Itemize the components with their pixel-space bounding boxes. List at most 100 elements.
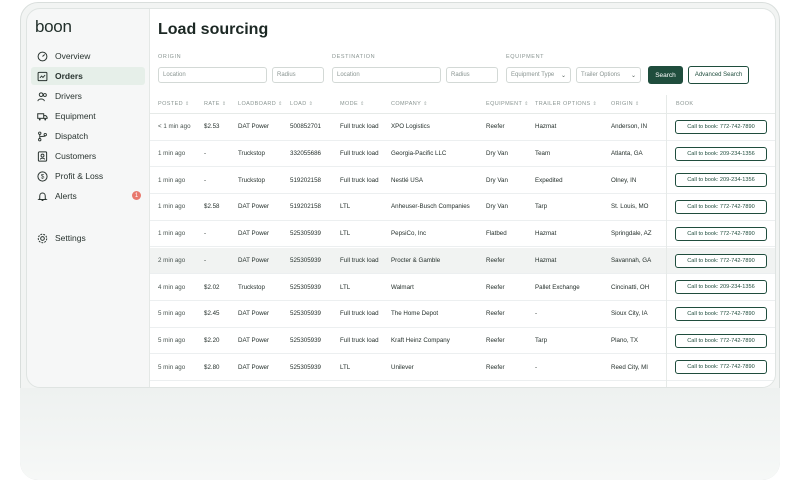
column-header-posted[interactable]: Posted ⇕ <box>158 101 190 107</box>
sidebar-nav: Overview Orders Drivers Equipment Dispatch Cu… <box>31 47 145 207</box>
origin-label: Origin <box>158 54 182 60</box>
sidebar-item-overview[interactable]: Overview <box>31 47 145 65</box>
overview-icon <box>37 51 48 62</box>
cell-origin: Plano, TX <box>611 336 639 344</box>
cell-loadboard: Truckstop <box>238 283 265 291</box>
drivers-icon <box>37 91 48 102</box>
cell-company: The Home Depot <box>391 310 439 318</box>
column-header-mode[interactable]: Mode ⇕ <box>340 101 365 107</box>
cell-mode: Full truck load <box>340 176 379 184</box>
call-to-book-button[interactable]: Call to book: 772-742-7890 <box>675 120 767 134</box>
destination-radius-input[interactable]: Radius <box>446 67 498 83</box>
cell-trailer: Hazmat <box>535 230 557 238</box>
cell-rate: - <box>204 150 207 158</box>
sidebar-item-label: Equipment <box>55 111 96 121</box>
svg-text:$: $ <box>41 173 45 180</box>
cell-trailer: - <box>535 310 538 318</box>
cell-equipment: Reefer <box>486 283 505 291</box>
cell-rate: $2.20 <box>204 336 220 344</box>
call-to-book-button[interactable]: Call to book: 209-234-1356 <box>675 146 767 161</box>
sidebar-item-label: Settings <box>55 233 86 243</box>
sidebar-item-equipment[interactable]: Equipment <box>31 107 145 125</box>
search-button[interactable]: Search <box>648 66 683 84</box>
cell-company: Georgia-Pacific LLC <box>391 150 447 158</box>
cell-rate: $2.80 <box>204 363 220 371</box>
cell-mode: LTL <box>340 363 351 371</box>
column-header-origin[interactable]: Origin ⇕ <box>611 101 640 107</box>
call-to-book-button[interactable]: Call to book: 209-234-1356 <box>675 173 767 188</box>
cell-rate: - <box>204 230 207 238</box>
sidebar-item-customers[interactable]: Customers <box>31 147 145 165</box>
cell-load: 525305939 <box>290 283 321 291</box>
sidebar-item-label: Orders <box>55 71 83 81</box>
cell-equipment: Dry Van <box>486 203 508 211</box>
orders-icon <box>37 71 48 82</box>
bell-icon <box>37 191 48 202</box>
cell-trailer: Team <box>535 150 551 158</box>
call-to-book-button[interactable]: Call to book: 772-742-7890 <box>675 360 767 375</box>
gear-icon <box>37 233 48 244</box>
cell-company: PepsiCo, Inc <box>391 230 427 238</box>
cell-equipment: Flatbed <box>486 230 507 238</box>
call-to-book-button[interactable]: Call to book: 209-234-1356 <box>675 280 767 295</box>
cell-mode: Full truck load <box>340 336 379 344</box>
sidebar-item-drivers[interactable]: Drivers <box>31 87 145 105</box>
call-to-book-button[interactable]: Call to book: 772-742-7890 <box>675 306 767 321</box>
sidebar-item-label: Alerts <box>55 191 77 201</box>
cell-load: 519202158 <box>290 203 321 211</box>
cell-loadboard: DAT Power <box>238 123 270 131</box>
trailer-options-select[interactable]: Trailer Options ⌄ <box>576 67 641 83</box>
column-header-loadboard[interactable]: Loadboard ⇕ <box>238 101 283 107</box>
cell-load: 525305939 <box>290 230 321 238</box>
cell-trailer: Pallet Exchange <box>535 283 580 291</box>
column-header-equipment[interactable]: Equipment ⇕ <box>486 101 529 107</box>
equipment-type-select[interactable]: Equipment Type ⌄ <box>506 67 571 83</box>
origin-location-input[interactable]: Location <box>158 67 267 83</box>
origin-radius-input[interactable]: Radius <box>272 67 324 83</box>
cell-equipment: Reefer <box>486 123 505 131</box>
call-to-book-button[interactable]: Call to book: 772-742-7890 <box>675 200 767 215</box>
cell-posted: 4 min ago <box>158 283 186 291</box>
cell-equipment: Dry Van <box>486 150 508 158</box>
cell-origin: Springdale, AZ <box>611 230 652 238</box>
cell-rate: $2.45 <box>204 310 220 318</box>
cell-equipment: Reefer <box>486 336 505 344</box>
sidebar-item-alerts[interactable]: Alerts 1 <box>31 187 145 205</box>
sidebar-item-dispatch[interactable]: Dispatch <box>31 127 145 145</box>
call-to-book-button[interactable]: Call to book: 772-742-7890 <box>675 226 767 241</box>
cell-loadboard: DAT Power <box>238 310 270 318</box>
cell-load: 500852701 <box>290 123 321 131</box>
sidebar: boon Overview Orders Drivers Equipment Dispa… <box>27 9 149 387</box>
column-header-load[interactable]: Load ⇕ <box>290 101 313 107</box>
column-header-trailer-options[interactable]: Trailer Options ⇕ <box>535 101 597 107</box>
cell-load: 332055686 <box>290 150 321 158</box>
sidebar-item-orders[interactable]: Orders <box>31 67 145 85</box>
column-header-company[interactable]: Company ⇕ <box>391 101 428 107</box>
cell-origin: Olney, IN <box>611 176 637 184</box>
sidebar-item-settings[interactable]: Settings <box>31 229 145 247</box>
cell-equipment: Reefer <box>486 256 505 264</box>
advanced-search-button[interactable]: Advanced Search <box>688 66 749 84</box>
cell-posted: 5 min ago <box>158 363 186 371</box>
chevron-down-icon: ⌄ <box>560 72 566 79</box>
cell-equipment: Dry Van <box>486 176 508 184</box>
sidebar-item-profit-loss[interactable]: $ Profit & Loss <box>31 167 145 185</box>
sort-icon: ⇕ <box>185 101 190 107</box>
equipment-label: Equipment <box>506 54 545 60</box>
app-window: boon Overview Orders Drivers Equipment Dispa… <box>26 8 776 388</box>
cell-loadboard: Truckstop <box>238 150 265 158</box>
call-to-book-button[interactable]: Call to book: 772-742-7890 <box>675 333 767 348</box>
call-to-book-button[interactable]: Call to book: 772-742-7890 <box>675 253 767 268</box>
cell-company: Nestlé USA <box>391 176 423 184</box>
sidebar-item-label: Profit & Loss <box>55 171 104 181</box>
column-header-label: Posted <box>158 101 184 107</box>
cell-company: XPO Logistics <box>391 123 430 131</box>
cell-company: Anheuser-Busch Companies <box>391 203 470 211</box>
sort-icon: ⇕ <box>221 101 227 107</box>
cell-rate: $2.58 <box>204 203 220 211</box>
cell-rate: - <box>204 176 207 184</box>
column-header-rate[interactable]: Rate ⇕ <box>204 101 226 107</box>
cell-loadboard: DAT Power <box>238 230 270 238</box>
destination-location-input[interactable]: Location <box>332 67 441 83</box>
cell-loadboard: DAT Power <box>238 363 270 371</box>
